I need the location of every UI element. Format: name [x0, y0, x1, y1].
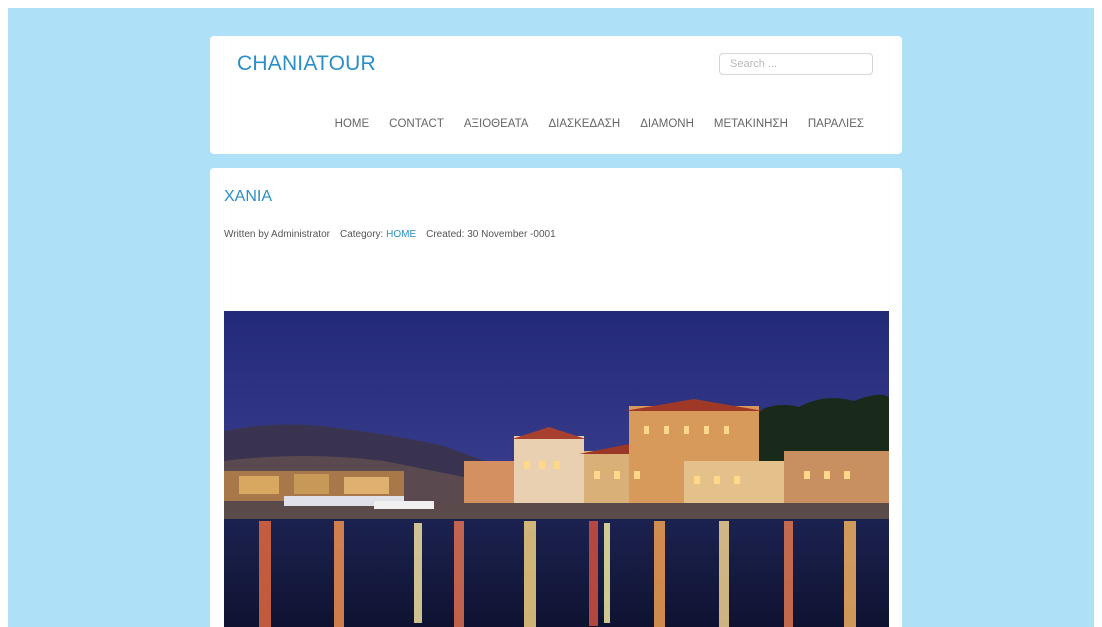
site-logo[interactable]: CHANIATOUR: [237, 52, 376, 76]
nav-item-accommodation[interactable]: ΔΙΑΜΟΝΗ: [640, 118, 694, 130]
article-category-label: Category:: [339, 229, 384, 240]
article-title: ΧΑΝΙΑ: [224, 188, 273, 205]
harbor-night-illustration: [224, 311, 889, 627]
search-input[interactable]: [719, 53, 873, 75]
nav-item-beaches[interactable]: ΠΑΡΑΛΙΕΣ: [808, 118, 864, 130]
nav-item-transport[interactable]: ΜΕΤΑΚΙΝΗΣΗ: [714, 118, 788, 130]
site-header: CHANIATOUR HOME CONTACT ΑΞΙΟΘΕΑΤΑ ΔΙΑΣΚΕ…: [210, 36, 902, 154]
article-author: Written by Administrator: [224, 229, 330, 240]
nav-item-sights[interactable]: ΑΞΙΟΘΕΑΤΑ: [464, 118, 529, 130]
nav-item-contact[interactable]: CONTACT: [389, 118, 444, 130]
article-created-date: Created: 30 November -0001: [426, 229, 556, 240]
article-card: ΧΑΝΙΑ Written by Administrator Category: …: [210, 168, 902, 627]
nav-item-home[interactable]: HOME: [335, 118, 370, 130]
nav-item-entertainment[interactable]: ΔΙΑΣΚΕΔΑΣΗ: [548, 118, 620, 130]
page-background: CHANIATOUR HOME CONTACT ΑΞΙΟΘΕΑΤΑ ΔΙΑΣΚΕ…: [8, 8, 1094, 627]
main-nav: HOME CONTACT ΑΞΙΟΘΕΑΤΑ ΔΙΑΣΚΕΔΑΣΗ ΔΙΑΜΟΝ…: [335, 118, 864, 130]
article-category-link[interactable]: HOME: [386, 229, 416, 240]
article-meta: Written by Administrator Category: HOME Cr…: [224, 229, 556, 240]
harbor-photo: [224, 311, 889, 627]
